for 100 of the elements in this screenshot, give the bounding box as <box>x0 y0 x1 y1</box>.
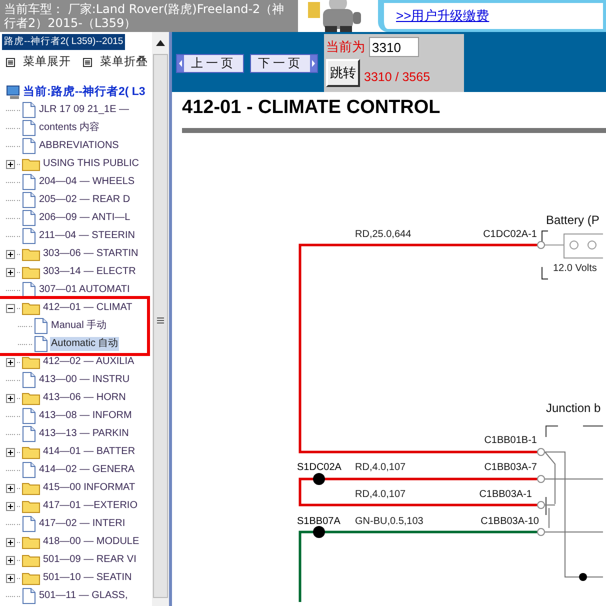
wire-label: RD,25.0,644 <box>355 229 412 240</box>
expand-toggle[interactable] <box>6 574 15 583</box>
tree-item[interactable]: 414—02 — GENERA <box>38 463 136 478</box>
wire-label: RD,4.0,107 <box>355 489 406 500</box>
previous-page-button[interactable]: 上一页 <box>176 54 244 72</box>
tree-item[interactable]: contents 内容 <box>38 121 101 136</box>
document-icon <box>22 282 36 298</box>
tree-item[interactable]: JLR 17 09 21_1E — <box>38 103 130 118</box>
folder-icon <box>22 499 40 514</box>
jump-button[interactable]: 跳转 <box>326 59 360 87</box>
tree-item[interactable]: 413—00 — INSTRU <box>38 373 131 388</box>
expand-toggle[interactable] <box>6 538 15 547</box>
tree-root[interactable]: 当前:路虎--神行者2( L3 <box>23 84 146 101</box>
scroll-up-icon[interactable] <box>156 40 165 46</box>
menu-icon <box>6 58 15 68</box>
page-input[interactable]: 3310 <box>369 37 419 57</box>
tree-item[interactable]: 413—13 — PARKIN <box>38 427 130 442</box>
document-icon <box>22 138 36 154</box>
tree-item[interactable]: 205—02 — REAR D <box>38 193 132 208</box>
tree-item[interactable]: USING THIS PUBLIC <box>42 157 140 172</box>
tree-item[interactable]: 501—09 — REAR VI <box>42 553 138 568</box>
scroll-thumb[interactable] <box>153 54 168 598</box>
folder-icon <box>22 247 40 262</box>
scrollbar[interactable] <box>152 32 169 606</box>
tree-item[interactable]: 307—01 AUTOMATI <box>38 283 131 298</box>
document-icon <box>22 102 36 118</box>
folder-icon <box>22 301 40 316</box>
splice-dot <box>313 526 325 538</box>
tree-item[interactable]: 412—01 — CLIMAT <box>42 301 134 316</box>
pin-label: C1BB03A-7 <box>484 462 537 473</box>
document-icon <box>22 228 36 244</box>
tree-item[interactable]: 501—11 — GLASS, <box>38 589 129 604</box>
tree-item[interactable]: 501—10 — SEATIN <box>42 571 133 586</box>
document-title: 412-01 - CLIMATE CONTROL <box>182 96 606 133</box>
document-icon <box>22 174 36 190</box>
expand-toggle[interactable] <box>6 394 15 403</box>
tree-item[interactable]: Manual 手动 <box>50 319 108 334</box>
document-icon <box>22 210 36 226</box>
document-icon <box>22 120 36 136</box>
voltage-label: 12.0 Volts <box>553 263 597 274</box>
sidebar-title: 路虎--神行者2( L359)--2015 <box>2 34 126 50</box>
battery-symbol <box>544 234 603 258</box>
expand-toggle[interactable] <box>6 556 15 565</box>
collapse-toggle[interactable] <box>6 304 15 313</box>
tree-item[interactable]: 417—01 —EXTERIO <box>42 499 138 514</box>
menu-action[interactable]: 菜单展开 <box>23 54 71 72</box>
current-page-label: 当前为 <box>326 38 365 56</box>
folder-icon <box>22 157 40 172</box>
document-icon <box>34 336 48 352</box>
folder-icon <box>22 553 40 568</box>
computer-icon <box>6 84 20 100</box>
folder-icon <box>22 355 40 370</box>
folder-icon <box>22 391 40 406</box>
folder-icon <box>22 571 40 586</box>
wire-label: GN-BU,0.5,103 <box>355 516 424 527</box>
component-label: Battery (P <box>546 213 600 227</box>
folder-icon <box>22 481 40 496</box>
grip-icon <box>157 317 164 324</box>
splice-label: S1BB07A <box>297 516 340 527</box>
tree-item[interactable]: 413—08 — INFORM <box>38 409 133 424</box>
splice-label: S1DC02A <box>297 462 342 473</box>
expand-toggle[interactable] <box>6 484 15 493</box>
tree-item[interactable]: 418—00 — MODULE <box>42 535 140 550</box>
document-icon <box>22 426 36 442</box>
upgrade-link[interactable]: >>用户升级缴费 <box>396 6 490 25</box>
expand-toggle[interactable] <box>6 268 15 277</box>
tree-item[interactable]: 211—04 — STEERIN <box>38 229 136 244</box>
expand-toggle[interactable] <box>6 448 15 457</box>
pin-label: C1BB03A-1 <box>479 489 532 500</box>
tree-item[interactable]: 206—09 — ANTI—L <box>38 211 132 226</box>
junction-dot <box>579 573 587 581</box>
menu-action[interactable]: 菜单折叠 <box>100 54 148 72</box>
tree-item[interactable]: 413—06 — HORN <box>42 391 127 406</box>
document-icon <box>22 192 36 208</box>
pin-label: C1DC02A-1 <box>483 229 537 240</box>
expand-toggle[interactable] <box>6 250 15 259</box>
tree-item[interactable]: 303—14 — ELECTR <box>42 265 137 280</box>
document-icon <box>22 462 36 478</box>
tree-item[interactable]: 303—06 — STARTIN <box>42 247 140 262</box>
document-icon <box>22 516 36 532</box>
tree-item[interactable]: ABBREVIATIONS <box>38 139 120 154</box>
expand-toggle[interactable] <box>6 502 15 511</box>
next-page-button[interactable]: 下一页 <box>250 54 318 72</box>
wire-label: RD,4.0,107 <box>355 462 406 473</box>
folder-icon <box>22 445 40 460</box>
document-icon <box>22 372 36 388</box>
folder-icon <box>22 265 40 280</box>
tree-item[interactable]: 417—02 — INTERI <box>38 517 126 532</box>
splice-dot <box>313 473 325 485</box>
pin-label: C1BB01B-1 <box>484 435 537 446</box>
tree-item[interactable]: 412—02 — AUXILIA <box>42 355 136 370</box>
folder-icon <box>22 535 40 550</box>
tree-item[interactable]: Automatic 自动 <box>50 337 120 352</box>
tree-item[interactable]: 204—04 — WHEELS <box>38 175 136 190</box>
expand-toggle[interactable] <box>6 160 15 169</box>
component-label: Junction b <box>546 401 601 415</box>
tree-item[interactable]: 414—01 — BATTER <box>42 445 136 460</box>
tree-item[interactable]: 415—00 INFORMAT <box>42 481 136 496</box>
expand-toggle[interactable] <box>6 358 15 367</box>
pin-label: C1BB03A-10 <box>480 516 539 527</box>
